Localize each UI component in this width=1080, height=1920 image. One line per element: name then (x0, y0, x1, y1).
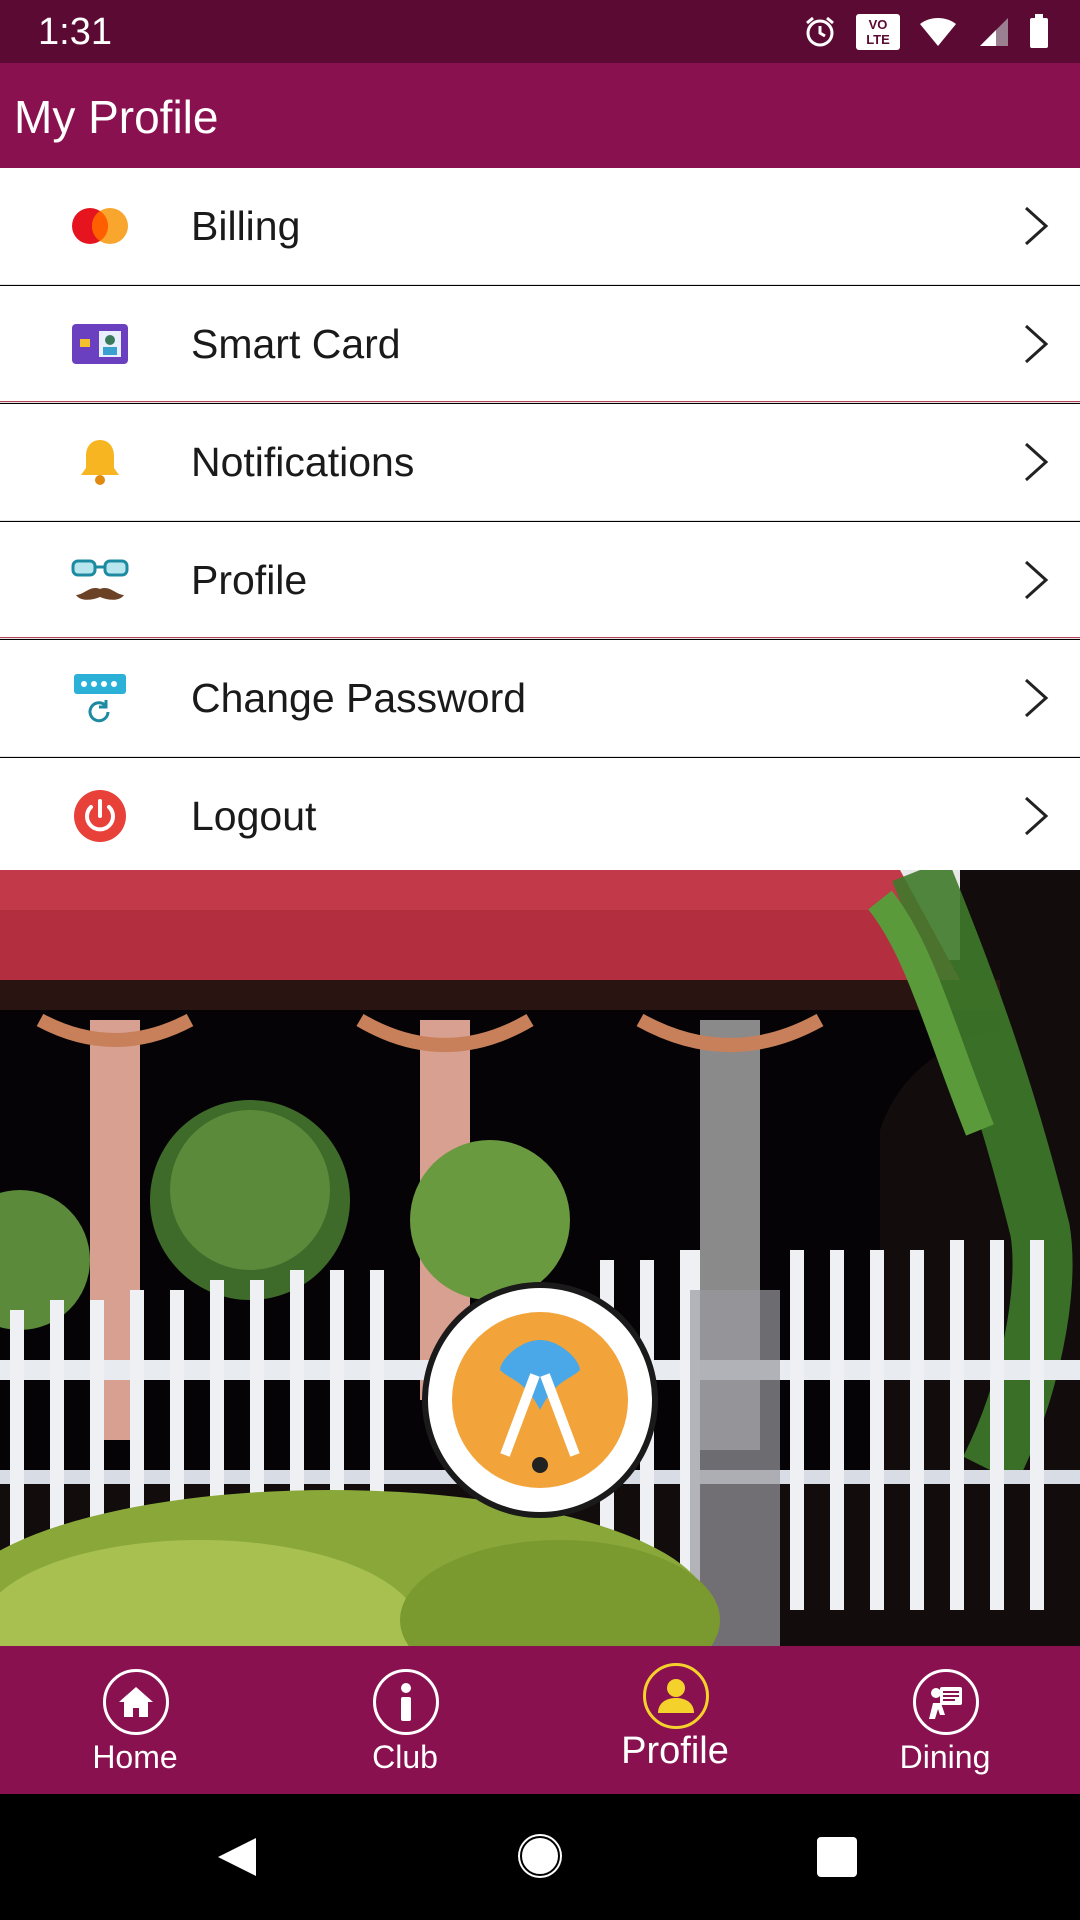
nav-item-home[interactable]: Home (0, 1646, 270, 1794)
menu-label-notifications: Notifications (191, 439, 415, 485)
info-icon (373, 1669, 439, 1735)
billing-card-icon (64, 198, 136, 254)
bottom-nav: Home Club Profile Dining (0, 1646, 1080, 1794)
chevron-right-icon (1024, 560, 1049, 600)
menu-label-billing: Billing (191, 203, 301, 249)
clubhouse-photo (0, 870, 1080, 1646)
chevron-right-icon (1024, 678, 1049, 718)
home-button-icon[interactable] (514, 1830, 566, 1882)
nav-label-club: Club (372, 1739, 438, 1775)
nav-label-home: Home (92, 1739, 178, 1775)
volte-top: VO (868, 17, 888, 32)
password-reset-icon (64, 670, 136, 726)
status-bar: 1:31 VO LTE (0, 0, 1080, 63)
chevron-right-icon (1024, 442, 1049, 482)
menu-item-smart-card[interactable]: Smart Card (0, 286, 1080, 403)
home-icon (103, 1669, 169, 1735)
back-icon[interactable] (214, 1834, 260, 1880)
menu-item-change-password[interactable]: Change Password (0, 640, 1080, 757)
menu-label-smart-card: Smart Card (191, 321, 401, 367)
signal-icon (976, 16, 1010, 48)
power-icon (64, 788, 136, 844)
profile-menu: Billing Smart Card Notifications Profile… (0, 168, 1080, 876)
menu-item-notifications[interactable]: Notifications (0, 404, 1080, 521)
menu-label-change-password: Change Password (191, 675, 527, 721)
volte-icon: VO LTE (856, 14, 900, 50)
menu-item-logout[interactable]: Logout (0, 758, 1080, 875)
chevron-right-icon (1024, 324, 1049, 364)
system-nav-bar (0, 1794, 1080, 1920)
volte-bottom: LTE (866, 32, 890, 47)
alarm-icon (802, 14, 838, 50)
chevron-right-icon (1024, 796, 1049, 836)
menu-item-billing[interactable]: Billing (0, 168, 1080, 285)
menu-label-profile: Profile (191, 557, 308, 603)
person-icon (643, 1663, 709, 1729)
nav-item-dining[interactable]: Dining (810, 1646, 1080, 1794)
recents-icon[interactable] (816, 1836, 858, 1878)
nav-item-profile[interactable]: Profile (540, 1646, 810, 1794)
status-icons: VO LTE (802, 10, 1050, 54)
page-title: My Profile (14, 91, 219, 143)
menu-label-logout: Logout (191, 793, 317, 839)
app-bar: My Profile (0, 63, 1080, 168)
glasses-mustache-icon (64, 552, 136, 608)
nav-item-club[interactable]: Club (270, 1646, 540, 1794)
bell-icon (64, 434, 136, 490)
smart-card-icon (64, 316, 136, 372)
chevron-right-icon (1024, 206, 1049, 246)
dining-icon (913, 1669, 979, 1735)
nav-label-dining: Dining (899, 1739, 991, 1775)
wifi-icon (918, 16, 958, 48)
menu-item-profile[interactable]: Profile (0, 522, 1080, 639)
battery-icon (1028, 14, 1050, 50)
nav-label-profile: Profile (621, 1730, 729, 1772)
status-time: 1:31 (38, 11, 112, 53)
